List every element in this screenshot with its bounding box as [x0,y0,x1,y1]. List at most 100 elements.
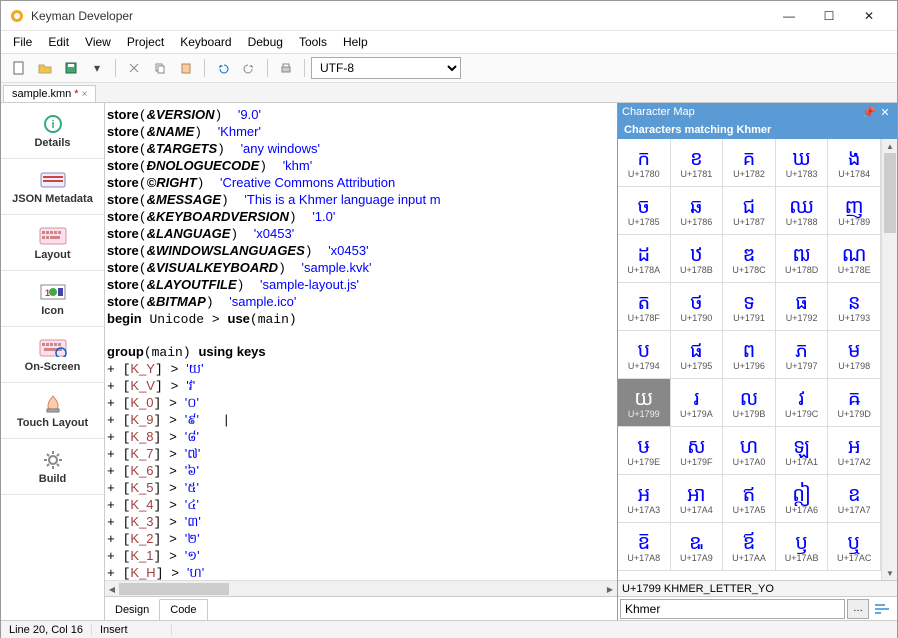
undo-button[interactable] [211,57,235,79]
scroll-thumb[interactable] [119,583,229,595]
scroll-down-icon[interactable]: ▼ [882,566,897,580]
character-cell[interactable]: រU+179A [671,379,724,427]
close-button[interactable]: ✕ [849,2,889,30]
open-file-button[interactable] [33,57,57,79]
character-cell[interactable]: ខU+1781 [671,139,724,187]
editor-horizontal-scrollbar[interactable]: ◀ ▶ [105,580,617,596]
character-glyph: ឈ [789,195,814,217]
scroll-up-icon[interactable]: ▲ [882,139,897,153]
sidebar-on-screen[interactable]: On-Screen [1,327,104,383]
minimize-button[interactable]: — [769,2,809,30]
character-cell[interactable]: ឣU+17A3 [618,475,671,523]
character-cell[interactable]: ឡU+17A1 [776,427,829,475]
character-cell[interactable]: យU+1799 [618,379,671,427]
character-cell[interactable]: អU+17A2 [828,427,881,475]
menu-debug[interactable]: Debug [240,33,291,51]
character-codepoint: U+1792 [786,313,818,323]
character-glyph: គ [743,147,756,169]
save-dropdown-button[interactable]: ▾ [85,57,109,79]
character-cell[interactable]: ឪU+17AA [723,523,776,571]
character-search-browse-button[interactable]: … [847,599,869,619]
character-cell[interactable]: ឬU+17AC [828,523,881,571]
character-cell[interactable]: ឩU+17A9 [671,523,724,571]
character-glyph: ផ [690,339,703,361]
menu-tools[interactable]: Tools [291,33,335,51]
file-tab[interactable]: sample.kmn* × [3,85,96,102]
sidebar-icon[interactable]: 1Icon [1,271,104,327]
character-cell[interactable]: កU+1780 [618,139,671,187]
character-cell[interactable]: ឈU+1788 [776,187,829,235]
code-tab[interactable]: Code [160,599,207,620]
maximize-button[interactable]: ☐ [809,2,849,30]
character-cell[interactable]: ជU+1787 [723,187,776,235]
sidebar-layout[interactable]: Layout [1,215,104,271]
character-search-input[interactable] [620,599,845,619]
toolbar-separator [267,59,268,77]
character-view-options-icon[interactable] [871,599,895,619]
menu-file[interactable]: File [5,33,40,51]
menu-keyboard[interactable]: Keyboard [172,33,239,51]
redo-button[interactable] [237,57,261,79]
code-editor[interactable]: store(&VERSION) '9.0' store(&NAME) 'Khme… [105,103,617,580]
design-tab[interactable]: Design [105,599,160,620]
menu-edit[interactable]: Edit [40,33,77,51]
character-cell[interactable]: ឫU+17AB [776,523,829,571]
character-cell[interactable]: ឨU+17A8 [618,523,671,571]
character-cell[interactable]: តU+178F [618,283,671,331]
scroll-thumb[interactable] [884,153,896,233]
character-cell[interactable]: សU+179F [671,427,724,475]
character-cell[interactable]: ថU+1790 [671,283,724,331]
character-cell[interactable]: មU+1798 [828,331,881,379]
scroll-left-icon[interactable]: ◀ [105,581,119,597]
character-cell[interactable]: ឍU+178D [776,235,829,283]
save-button[interactable] [59,57,83,79]
sidebar-touch-layout[interactable]: Touch Layout [1,383,104,439]
character-glyph: ឪ [743,531,756,553]
menu-help[interactable]: Help [335,33,376,51]
menu-project[interactable]: Project [119,33,172,51]
menu-view[interactable]: View [77,33,119,51]
sidebar-details[interactable]: iDetails [1,103,104,159]
character-cell[interactable]: នU+1793 [828,283,881,331]
character-cell[interactable]: ដU+178A [618,235,671,283]
character-glyph: ប [637,339,650,361]
character-cell[interactable]: ឝU+179D [828,379,881,427]
character-cell[interactable]: គU+1782 [723,139,776,187]
file-tab-close-icon[interactable]: × [82,89,88,100]
character-cell[interactable]: ចU+1785 [618,187,671,235]
character-cell[interactable]: ពU+1796 [723,331,776,379]
print-button[interactable] [274,57,298,79]
character-cell[interactable]: ឃU+1783 [776,139,829,187]
character-cell[interactable]: លU+179B [723,379,776,427]
character-cell[interactable]: ហU+17A0 [723,427,776,475]
character-cell[interactable]: ឞU+179E [618,427,671,475]
character-cell[interactable]: ឤU+17A4 [671,475,724,523]
new-file-button[interactable] [7,57,31,79]
character-codepoint: U+17A0 [733,457,766,467]
character-cell[interactable]: វU+179C [776,379,829,427]
sidebar-json-metadata[interactable]: JSON Metadata [1,159,104,215]
cut-button[interactable] [122,57,146,79]
sidebar-build[interactable]: Build [1,439,104,495]
character-cell[interactable]: ឥU+17A5 [723,475,776,523]
paste-button[interactable] [174,57,198,79]
character-cell[interactable]: ងU+1784 [828,139,881,187]
encoding-select[interactable]: UTF-8 [311,57,461,79]
character-cell[interactable]: ណU+178E [828,235,881,283]
scroll-right-icon[interactable]: ▶ [603,581,617,597]
character-cell[interactable]: ទU+1791 [723,283,776,331]
character-cell[interactable]: ឋU+178B [671,235,724,283]
character-cell[interactable]: ញU+1789 [828,187,881,235]
copy-button[interactable] [148,57,172,79]
character-cell[interactable]: ផU+1795 [671,331,724,379]
character-cell[interactable]: ឆU+1786 [671,187,724,235]
character-grid-scrollbar[interactable]: ▲ ▼ [881,139,897,580]
character-cell[interactable]: ធU+1792 [776,283,829,331]
character-cell[interactable]: ភU+1797 [776,331,829,379]
pin-icon[interactable]: 📌 [861,106,877,119]
character-cell[interactable]: ឧU+17A7 [828,475,881,523]
character-cell[interactable]: ឌU+178C [723,235,776,283]
character-cell[interactable]: ឦU+17A6 [776,475,829,523]
character-cell[interactable]: បU+1794 [618,331,671,379]
panel-close-icon[interactable]: ✕ [877,106,893,119]
